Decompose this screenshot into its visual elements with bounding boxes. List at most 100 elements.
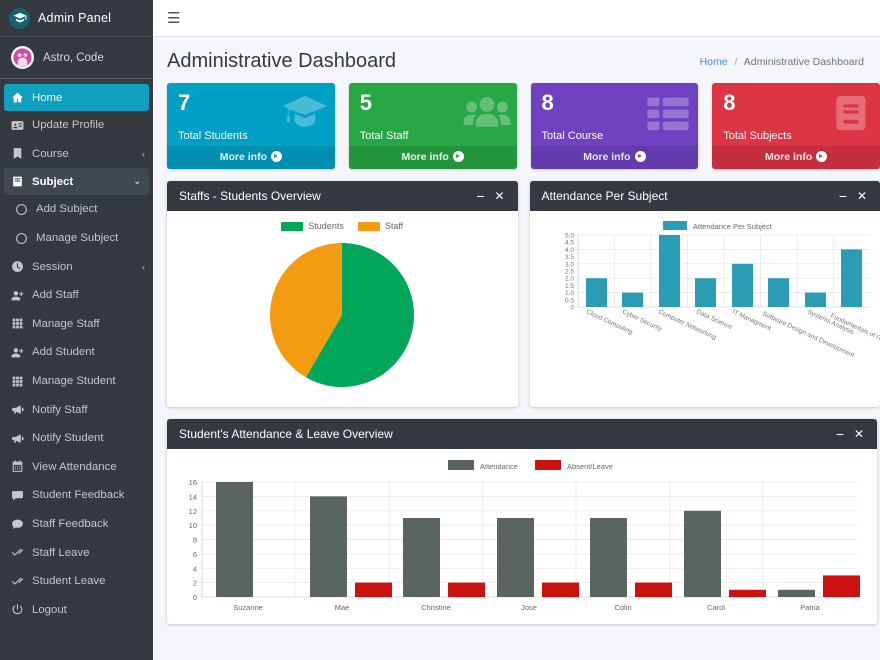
card-footer-label: More info — [583, 151, 630, 163]
svg-text:Suzanne: Suzanne — [233, 603, 263, 612]
panel-body: Attendance Per Subject 5.0 4.5 4.0 3.5 3… — [530, 211, 880, 407]
bar-cloud-computing — [586, 278, 607, 307]
sidebar-item-label: Manage Staff — [32, 318, 145, 330]
sidebar-item-label: Notify Staff — [32, 404, 145, 416]
sidebar-item-student-leave[interactable]: Student Leave — [0, 567, 153, 596]
breadcrumb-current: Administrative Dashboard — [744, 56, 864, 68]
svg-text:Jose: Jose — [521, 603, 537, 612]
y-axis-ticks: 5.0 4.5 4.0 3.5 3.0 2.5 2.0 1.5 1.0 0.5 … — [564, 233, 573, 312]
svg-text:Colin: Colin — [614, 603, 631, 612]
panel-body: Attendance Absent/Leave 16 14 12 10 8 6 … — [167, 449, 877, 624]
stat-card-total-staff[interactable]: 5 Total Staff More info — [349, 83, 517, 169]
svg-text:6: 6 — [193, 550, 197, 559]
legend-swatch-attendance — [448, 460, 474, 470]
legend-label: Students — [308, 221, 344, 231]
sidebar-item-logout[interactable]: Logout — [0, 596, 153, 625]
arrow-circle-right-icon — [453, 151, 464, 162]
user-plus-icon — [10, 288, 25, 303]
breadcrumb: Home / Administrative Dashboard — [700, 56, 864, 68]
card-footer-label: More info — [402, 151, 449, 163]
sidebar-item-student-feedback[interactable]: Student Feedback — [0, 481, 153, 510]
sidebar-item-view-attendance[interactable]: View Attendance — [0, 453, 153, 482]
topbar: ☰ — [153, 0, 880, 37]
panel-title: Student's Attendance & Leave Overview — [179, 427, 829, 441]
stat-card-total-course[interactable]: 8 Total Course More info — [531, 83, 699, 169]
sidebar-item-add-subject[interactable]: Add Subject — [0, 195, 153, 224]
sidebar-item-add-student[interactable]: Add Student — [0, 338, 153, 367]
svg-text:2.0: 2.0 — [564, 276, 573, 283]
svg-text:Patria: Patria — [800, 603, 820, 612]
sidebar-item-notify-student[interactable]: Notify Student — [0, 424, 153, 453]
bar-attendance-jose — [497, 518, 534, 597]
circle-icon — [14, 202, 29, 217]
sidebar-item-label: Add Subject — [36, 203, 145, 215]
sidebar-item-home[interactable]: Home — [4, 84, 149, 111]
bar-absent-christine — [448, 583, 485, 597]
pie-chart — [167, 231, 518, 391]
bar-attendance-christine — [403, 518, 440, 597]
arrow-circle-right-icon — [816, 151, 827, 162]
card-more-info-link[interactable]: More info — [167, 146, 335, 169]
close-icon[interactable]: ✕ — [854, 188, 870, 204]
close-icon[interactable]: ✕ — [851, 426, 867, 442]
panel-header: Attendance Per Subject − ✕ — [530, 181, 880, 211]
card-more-info-link[interactable]: More info — [349, 146, 517, 169]
sidebar-item-label: Student Feedback — [32, 489, 145, 501]
avatar — [11, 46, 34, 69]
sidebar-item-staff-feedback[interactable]: Staff Feedback — [0, 510, 153, 539]
sidebar-user[interactable]: Astro, Code — [0, 37, 153, 79]
close-icon[interactable]: ✕ — [492, 188, 508, 204]
bar-attendance-carol — [684, 511, 721, 597]
card-body: 8 Total Course — [531, 83, 699, 146]
stat-card-total-subjects[interactable]: 8 Total Subjects More info — [712, 83, 880, 169]
bullhorn-icon — [10, 431, 25, 446]
double-check-icon — [10, 574, 25, 589]
y-axis-ticks: 16 14 12 10 8 6 4 2 0 — [189, 478, 197, 602]
sidebar-item-notify-staff[interactable]: Notify Staff — [0, 395, 153, 424]
stat-card-total-students[interactable]: 7 Total Students More info — [167, 83, 335, 169]
svg-text:14: 14 — [189, 492, 197, 501]
book-icon — [10, 174, 25, 189]
comment-icon — [10, 488, 25, 503]
minimize-icon[interactable]: − — [473, 188, 489, 204]
graduation-cap-icon — [9, 8, 30, 29]
calendar-icon — [10, 459, 25, 474]
svg-text:0: 0 — [570, 305, 574, 312]
svg-text:4.0: 4.0 — [564, 247, 573, 254]
bar-attendance-colin — [590, 518, 627, 597]
sidebar-brand[interactable]: Admin Panel — [0, 0, 153, 37]
svg-text:5.0: 5.0 — [564, 233, 573, 240]
user-plus-icon — [10, 345, 25, 360]
clock-icon — [10, 259, 25, 274]
panel-title: Staffs - Students Overview — [179, 189, 470, 203]
sidebar-item-update-profile[interactable]: Update Profile — [0, 111, 153, 140]
sidebar-item-manage-student[interactable]: Manage Student — [0, 367, 153, 396]
sidebar-item-manage-staff[interactable]: Manage Staff — [0, 310, 153, 339]
minimize-icon[interactable]: − — [832, 426, 848, 442]
pie-chart-svg — [262, 239, 422, 391]
bar-absent-jose — [542, 583, 579, 597]
sidebar-item-session[interactable]: Session ‹ — [0, 252, 153, 281]
sidebar-item-course[interactable]: Course ‹ — [0, 140, 153, 169]
sidebar-item-label: Manage Subject — [36, 232, 145, 244]
card-more-info-link[interactable]: More info — [531, 146, 699, 169]
hamburger-icon[interactable]: ☰ — [167, 11, 180, 26]
svg-text:0: 0 — [193, 593, 197, 602]
sidebar-item-manage-subject[interactable]: Manage Subject — [0, 224, 153, 253]
card-body: 7 Total Students — [167, 83, 335, 146]
svg-text:12: 12 — [189, 507, 197, 516]
card-more-info-link[interactable]: More info — [712, 146, 880, 169]
sidebar-item-label: Subject — [32, 176, 129, 188]
sidebar-item-subject[interactable]: Subject ⌄ — [4, 168, 149, 195]
card-footer-label: More info — [765, 151, 812, 163]
breadcrumb-home-link[interactable]: Home — [700, 56, 728, 68]
sidebar-item-staff-leave[interactable]: Staff Leave — [0, 538, 153, 567]
sidebar: Admin Panel Astro, Code Home — [0, 0, 153, 660]
minimize-icon[interactable]: − — [835, 188, 851, 204]
legend-item-staff: Staff — [358, 221, 403, 231]
sidebar-item-add-staff[interactable]: Add Staff — [0, 281, 153, 310]
svg-text:16: 16 — [189, 478, 197, 487]
svg-text:1.5: 1.5 — [564, 283, 573, 290]
double-check-icon — [10, 545, 25, 560]
legend-label: Staff — [385, 221, 403, 231]
